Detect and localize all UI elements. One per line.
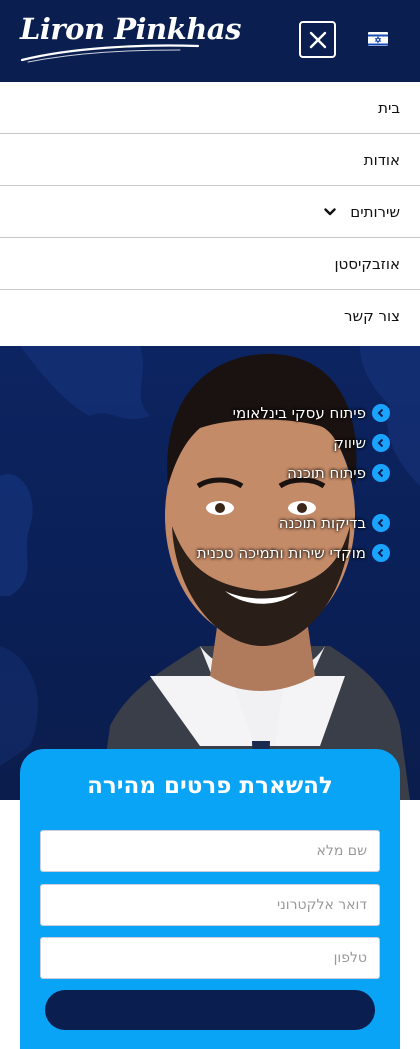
logo[interactable]: Liron Pinkhas xyxy=(20,10,241,68)
phone-input[interactable] xyxy=(40,937,380,979)
chevron-left-circle-icon xyxy=(372,464,390,482)
logo-swoosh xyxy=(20,44,200,63)
form-title: להשארת פרטים מהירה xyxy=(87,773,333,799)
menu-item-uzbekistan[interactable]: אוזבקיסטן xyxy=(0,238,420,290)
list-item-label: פיתוח עסקי בינלאומי xyxy=(232,404,366,422)
list-item[interactable]: מוקדי שירות ותמיכה טכנית xyxy=(197,538,390,568)
full-name-input[interactable] xyxy=(40,830,380,872)
chevron-left-circle-icon xyxy=(372,404,390,422)
quick-contact-form: להשארת פרטים מהירה xyxy=(20,749,400,1049)
list-item[interactable]: פיתוח עסקי בינלאומי xyxy=(197,398,390,428)
list-item[interactable]: פיתוח תוכנה xyxy=(197,458,390,488)
list-item-label: פיתוח תוכנה xyxy=(287,464,366,482)
site-header: Liron Pinkhas xyxy=(0,0,420,82)
menu-item-label: אוזבקיסטן xyxy=(334,254,400,273)
menu-item-services[interactable]: שירותים xyxy=(0,186,420,238)
close-menu-button[interactable] xyxy=(299,21,336,58)
chevron-down-icon[interactable] xyxy=(324,207,336,217)
list-item-label: שיווק xyxy=(333,434,366,452)
list-item[interactable]: בדיקות תוכנה xyxy=(197,508,390,538)
chevron-left-circle-icon xyxy=(372,544,390,562)
logo-text: Liron Pinkhas xyxy=(20,12,241,46)
list-item-label: בדיקות תוכנה xyxy=(278,514,366,532)
menu-item-about[interactable]: אודות xyxy=(0,134,420,186)
services-list: פיתוח עסקי בינלאומי שיווק פיתוח תוכנה בד… xyxy=(197,398,390,568)
list-item-label: מוקדי שירות ותמיכה טכנית xyxy=(196,544,366,562)
menu-item-label: בית xyxy=(378,98,400,117)
israel-flag-icon[interactable] xyxy=(368,32,388,46)
hero-section: פיתוח עסקי בינלאומי שיווק פיתוח תוכנה בד… xyxy=(0,346,420,800)
menu-item-label: אודות xyxy=(363,150,400,169)
menu-item-contact[interactable]: צור קשר xyxy=(0,290,420,342)
chevron-left-circle-icon xyxy=(372,434,390,452)
menu-item-label: שירותים xyxy=(350,202,400,221)
list-item[interactable]: שיווק xyxy=(197,428,390,458)
submit-button[interactable] xyxy=(45,990,375,1030)
close-icon xyxy=(309,31,326,48)
email-input[interactable] xyxy=(40,884,380,926)
mobile-nav-menu: בית אודות שירותים אוזבקיסטן צור קשר xyxy=(0,82,420,342)
menu-item-home[interactable]: בית xyxy=(0,82,420,134)
chevron-left-circle-icon xyxy=(372,514,390,532)
menu-item-label: צור קשר xyxy=(344,307,400,325)
